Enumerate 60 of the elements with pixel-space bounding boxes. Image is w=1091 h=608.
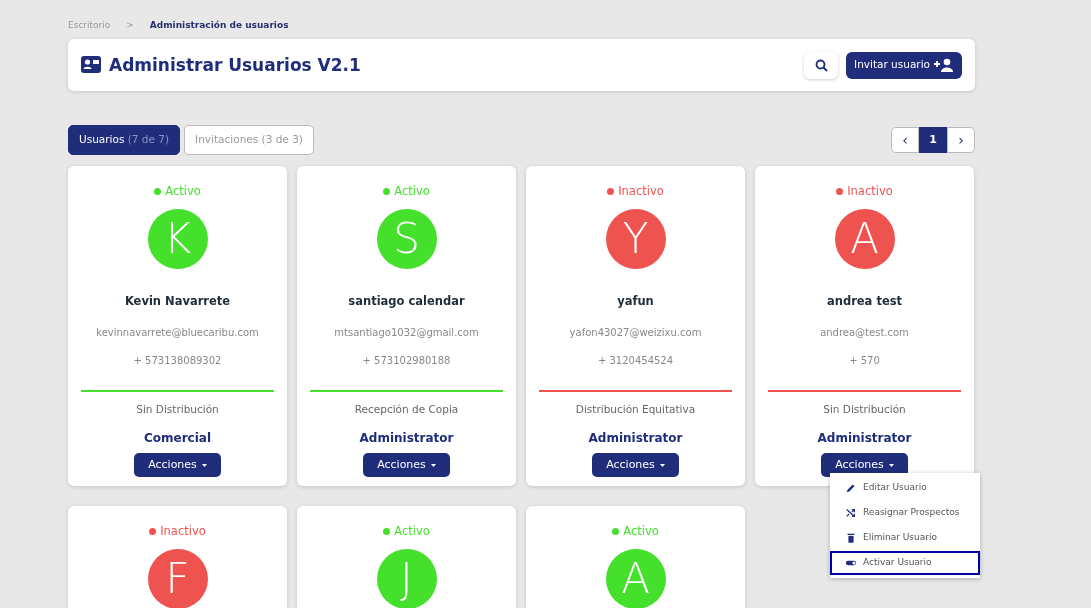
actions-button[interactable]: Acciones [592,453,679,478]
user-phone: + 570 [848,354,881,369]
contact-card-icon [81,56,101,74]
user-name: santiago calendar [347,293,466,311]
status-label: Activo [165,182,201,200]
avatar: A [605,549,666,608]
actions-button[interactable]: Acciones [363,453,450,478]
user-phone: + 573102980188 [361,354,452,369]
avatar: J [376,549,437,608]
caret-icon [888,463,894,467]
distribution-label: Sin Distribución [822,402,907,418]
page-title: Administrar Usuarios V2.1 [109,54,361,76]
user-name: yafun [616,293,655,311]
previous-page-button[interactable]: ‹ [891,126,919,153]
next-page-button[interactable]: › [947,126,975,153]
user-email: andrea@test.com [819,326,910,341]
user-email: yafon43027@weizixu.com [568,326,703,341]
menu-item[interactable]: Editar Usuario [830,476,980,500]
user-name: andrea test [825,293,904,311]
page-button[interactable]: 1 [919,126,947,153]
shuffle-icon [845,507,857,519]
status-label: Activo [623,522,659,540]
caret-icon [430,463,436,467]
user-email: mtsantiago1032@gmail.com [333,326,480,341]
user-name: Kevin Navarrete [123,293,232,311]
user-role: Comercial [142,430,213,448]
status-label: Inactivo [160,522,206,540]
distribution-label: Recepción de Copia [353,402,460,418]
user-phone: + 573138089302 [132,354,223,369]
user-role: Administrator [816,430,913,448]
distribution-label: Distribución Equitativa [574,402,697,418]
caret-icon [201,463,207,467]
user-role: Administrator [358,430,455,448]
menu-item[interactable]: Activar Usuario [830,551,980,575]
avatar: F [147,549,208,608]
breadcrumb-current: Administración de usuarios [149,19,289,33]
status-label: Activo [394,522,430,540]
search-button[interactable] [804,51,839,79]
avatar: A [834,209,895,270]
status-label: Inactivo [618,182,664,200]
status-label: Activo [394,182,430,200]
menu-item[interactable]: Reasignar Prospectos [830,501,980,525]
edit-icon [845,482,857,494]
actions-button[interactable]: Acciones [134,453,221,478]
tab[interactable]: Usuarios (7 de 7) [68,124,181,155]
avatar: S [376,209,437,270]
avatar: K [147,209,208,270]
menu-item[interactable]: Eliminar Usuario [830,526,980,550]
delete-icon [845,532,857,544]
caret-icon [659,463,665,467]
breadcrumb-separator: > [126,19,134,33]
distribution-label: Sin Distribución [135,402,220,418]
search-icon [814,58,828,72]
add-user-icon [934,58,954,72]
user-email: kevinnavarrete@bluecaribu.com [95,326,260,341]
status-label: Inactivo [847,182,893,200]
user-phone: + 3120454524 [596,354,675,369]
avatar: Y [605,209,666,270]
invite-button[interactable]: Invitar usuario [846,51,962,79]
user-role: Administrator [587,430,684,448]
